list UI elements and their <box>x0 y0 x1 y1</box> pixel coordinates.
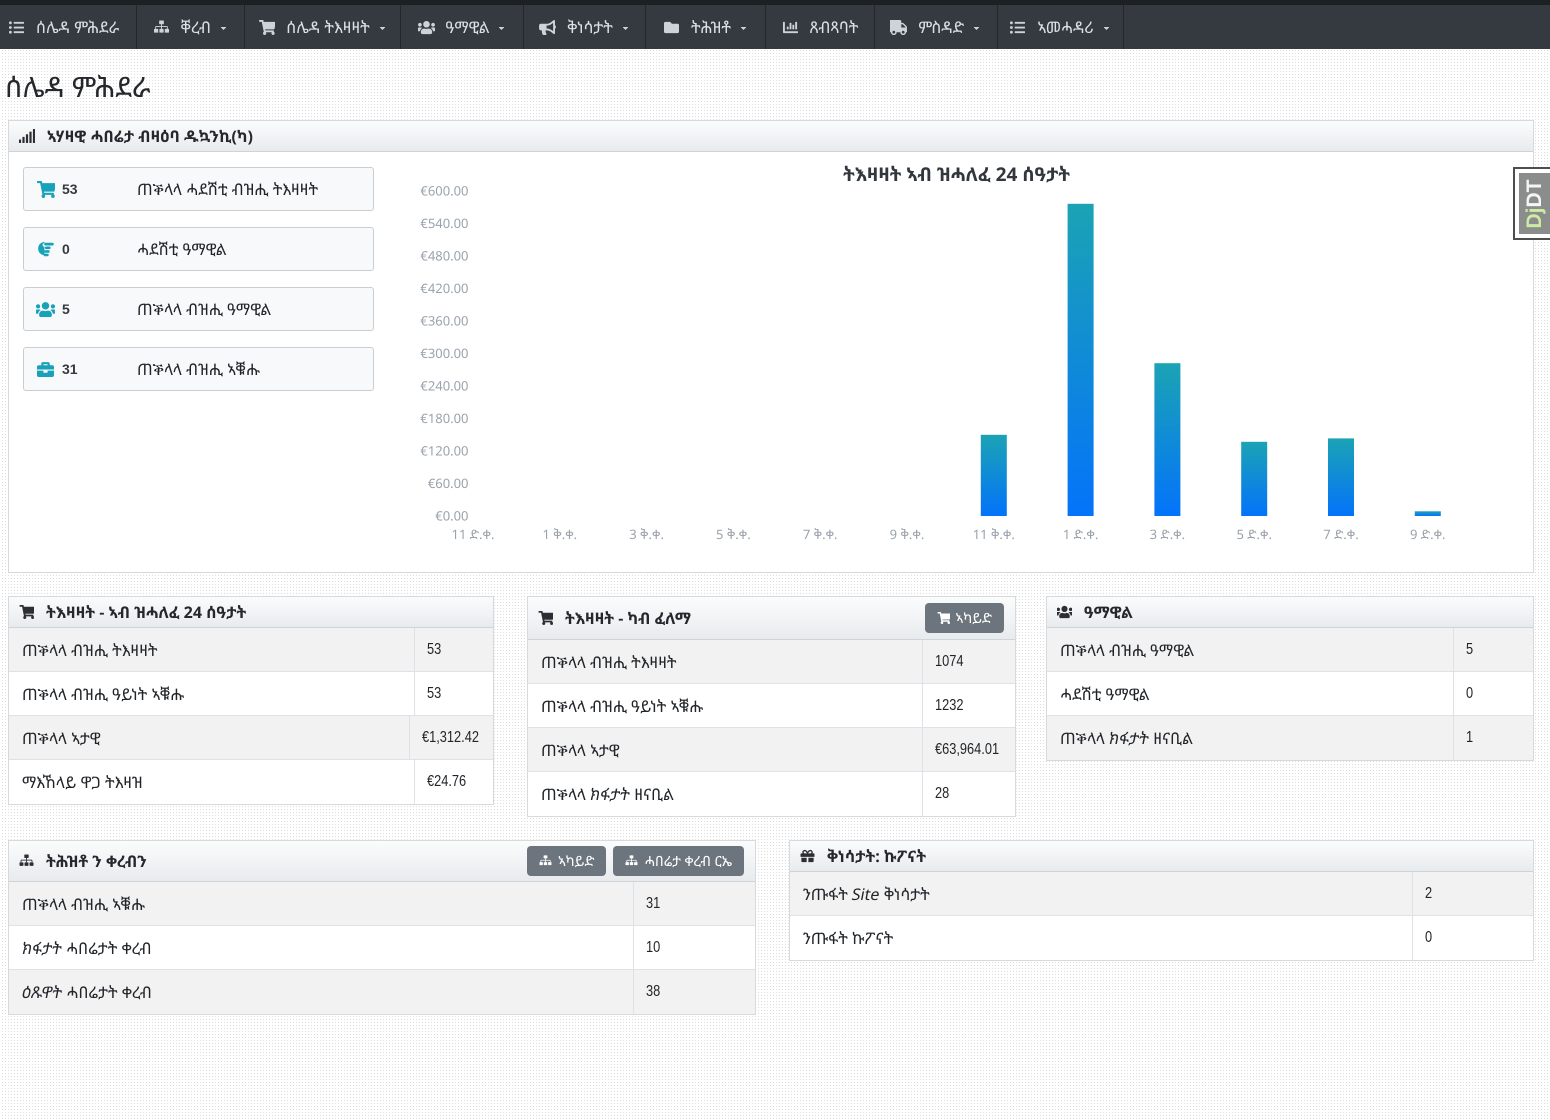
svg-text:€180.00: €180.00 <box>420 409 468 427</box>
svg-text:9 ድ.ቀ.: 9 ድ.ቀ. <box>1410 525 1446 543</box>
svg-text:5 ቅ.ቀ.: 5 ቅ.ቀ. <box>716 525 751 543</box>
svg-text:9 ቅ.ቀ.: 9 ቅ.ቀ. <box>890 525 925 543</box>
svg-text:5 ድ.ቀ.: 5 ድ.ቀ. <box>1236 525 1272 543</box>
svg-text:1 ቅ.ቀ.: 1 ቅ.ቀ. <box>542 525 577 543</box>
svg-text:11 ድ.ቀ.: 11 ድ.ቀ. <box>452 525 495 543</box>
svg-text:€300.00: €300.00 <box>420 344 468 362</box>
svg-text:€540.00: €540.00 <box>420 214 468 232</box>
svg-text:3 ድ.ቀ.: 3 ድ.ቀ. <box>1150 525 1186 543</box>
svg-text:€360.00: €360.00 <box>420 312 468 330</box>
svg-text:7 ቅ.ቀ.: 7 ቅ.ቀ. <box>803 525 838 543</box>
svg-text:€120.00: €120.00 <box>420 442 468 460</box>
svg-text:€600.00: €600.00 <box>420 182 468 200</box>
svg-text:11 ቅ.ቀ.: 11 ቅ.ቀ. <box>973 525 1015 543</box>
svg-text:€60.00: €60.00 <box>428 474 469 492</box>
svg-text:1 ድ.ቀ.: 1 ድ.ቀ. <box>1063 525 1099 543</box>
svg-text:€240.00: €240.00 <box>420 377 468 395</box>
svg-text:ትእዛዛት ኣብ ዝሓለፈ 24 ሰዓታት: ትእዛዛት ኣብ ዝሓለፈ 24 ሰዓታት <box>843 161 1070 187</box>
svg-text:€0.00: €0.00 <box>435 507 468 525</box>
svg-text:€480.00: €480.00 <box>420 247 468 265</box>
svg-text:€420.00: €420.00 <box>420 279 468 297</box>
svg-text:3 ቅ.ቀ.: 3 ቅ.ቀ. <box>629 525 664 543</box>
svg-text:7 ድ.ቀ.: 7 ድ.ቀ. <box>1323 525 1359 543</box>
